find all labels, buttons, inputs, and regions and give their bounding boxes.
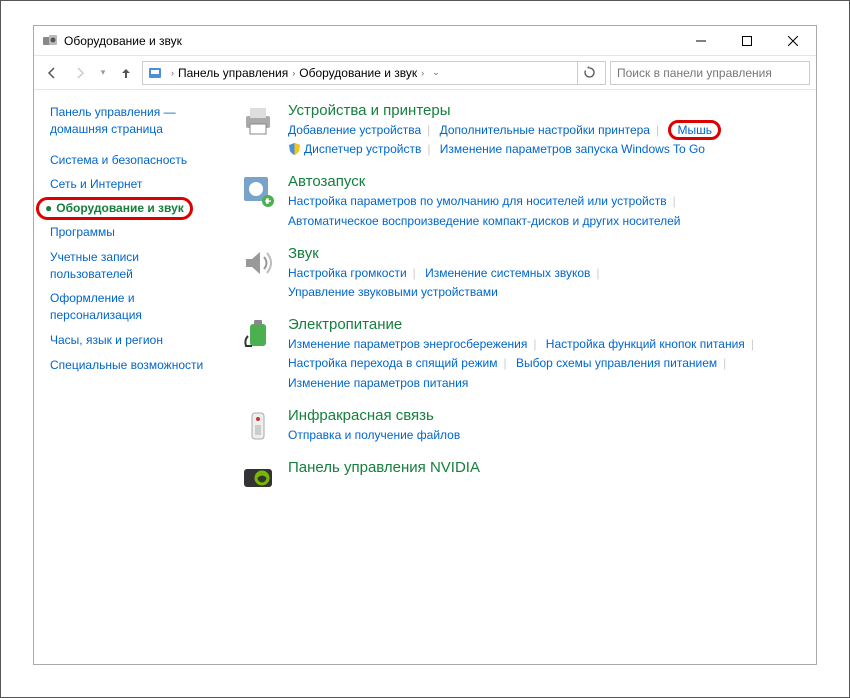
link-autoplay-defaults[interactable]: Настройка параметров по умолчанию для но… [288, 194, 667, 208]
maximize-button[interactable] [724, 26, 770, 56]
link-power-buttons[interactable]: Настройка функций кнопок питания [546, 337, 745, 351]
link-windows-togo[interactable]: Изменение параметров запуска Windows To … [440, 142, 705, 156]
address-dropdown[interactable]: ⌄ [432, 67, 440, 78]
printer-icon [240, 102, 276, 138]
category-title[interactable]: Панель управления NVIDIA [288, 459, 800, 476]
sidebar-item-users[interactable]: Учетные записи пользователей [46, 245, 228, 287]
category-title[interactable]: Звук [288, 245, 800, 262]
sidebar-item-network[interactable]: Сеть и Интернет [46, 172, 228, 197]
sidebar-item-clock[interactable]: Часы, язык и регион [46, 328, 228, 353]
highlight-mouse-link: Мышь [668, 120, 721, 140]
link-power-settings[interactable]: Изменение параметров питания [288, 376, 468, 390]
category-devices: Устройства и принтеры Добавление устройс… [240, 102, 800, 159]
sidebar-item-appearance[interactable]: Оформление и персонализация [46, 286, 228, 328]
infrared-icon [240, 407, 276, 443]
category-nvidia: Панель управления NVIDIA [240, 459, 800, 495]
link-power-scheme[interactable]: Выбор схемы управления питанием [516, 356, 717, 370]
sidebar: Панель управления — домашняя страница Си… [34, 90, 234, 664]
sidebar-home[interactable]: Панель управления — домашняя страница [46, 100, 228, 142]
link-system-sounds[interactable]: Изменение системных звуков [425, 266, 590, 280]
control-panel-icon [147, 65, 163, 81]
link-sleep[interactable]: Настройка перехода в спящий режим [288, 356, 497, 370]
category-title[interactable]: Электропитание [288, 316, 800, 333]
app-icon [42, 33, 58, 49]
history-dropdown[interactable]: ▾ [96, 67, 110, 78]
window-frame: Оборудование и звук ▾ › Панель управления… [0, 0, 850, 698]
up-button[interactable] [114, 61, 138, 85]
link-mouse[interactable]: Мышь [677, 123, 712, 137]
link-device-manager[interactable]: Диспетчер устройств [304, 142, 421, 156]
link-printer-settings[interactable]: Дополнительные настройки принтера [440, 123, 650, 137]
category-sound: Звук Настройка громкости| Изменение сист… [240, 245, 800, 302]
window-title: Оборудование и звук [64, 34, 182, 48]
link-audio-devices[interactable]: Управление звуковыми устройствами [288, 285, 498, 299]
category-title[interactable]: Автозапуск [288, 173, 800, 190]
category-power: Электропитание Изменение параметров энер… [240, 316, 800, 393]
address-box[interactable]: › Панель управления › Оборудование и звук ›… [142, 61, 606, 85]
sidebar-item-hardware[interactable]: Оборудование и звук [56, 201, 184, 215]
chevron-right-icon: › [171, 68, 174, 78]
shield-icon [288, 142, 301, 155]
content-area: Устройства и принтеры Добавление устройс… [234, 90, 816, 664]
refresh-button[interactable] [577, 62, 601, 84]
sidebar-item-accessibility[interactable]: Специальные возможности [46, 353, 228, 378]
back-button[interactable] [40, 61, 64, 85]
forward-button[interactable] [68, 61, 92, 85]
search-input[interactable]: Поиск в панели управления [610, 61, 810, 85]
chevron-right-icon: › [421, 68, 424, 78]
autoplay-icon [240, 173, 276, 209]
category-title[interactable]: Устройства и принтеры [288, 102, 800, 119]
category-infrared: Инфракрасная связь Отправка и получение … [240, 407, 800, 445]
speaker-icon [240, 245, 276, 281]
sidebar-item-system[interactable]: Система и безопасность [46, 148, 228, 173]
link-volume[interactable]: Настройка громкости [288, 266, 407, 280]
sidebar-item-programs[interactable]: Программы [46, 220, 228, 245]
minimize-button[interactable] [678, 26, 724, 56]
link-autoplay-cd[interactable]: Автоматическое воспроизведение компакт-д… [288, 214, 680, 228]
address-bar: ▾ › Панель управления › Оборудование и зву… [34, 56, 816, 90]
category-autoplay: Автозапуск Настройка параметров по умолч… [240, 173, 800, 230]
category-title[interactable]: Инфракрасная связь [288, 407, 800, 424]
highlight-sidebar-active: ●Оборудование и звук [36, 197, 193, 220]
chevron-right-icon: › [292, 68, 295, 78]
link-add-device[interactable]: Добавление устройства [288, 123, 421, 137]
breadcrumb-item[interactable]: Оборудование и звук [299, 66, 417, 80]
close-button[interactable] [770, 26, 816, 56]
breadcrumb-item[interactable]: Панель управления [178, 66, 288, 80]
nvidia-icon [240, 459, 276, 495]
link-energy-save[interactable]: Изменение параметров энергосбережения [288, 337, 527, 351]
battery-icon [240, 316, 276, 352]
link-infrared-send[interactable]: Отправка и получение файлов [288, 428, 460, 442]
titlebar: Оборудование и звук [34, 26, 816, 56]
